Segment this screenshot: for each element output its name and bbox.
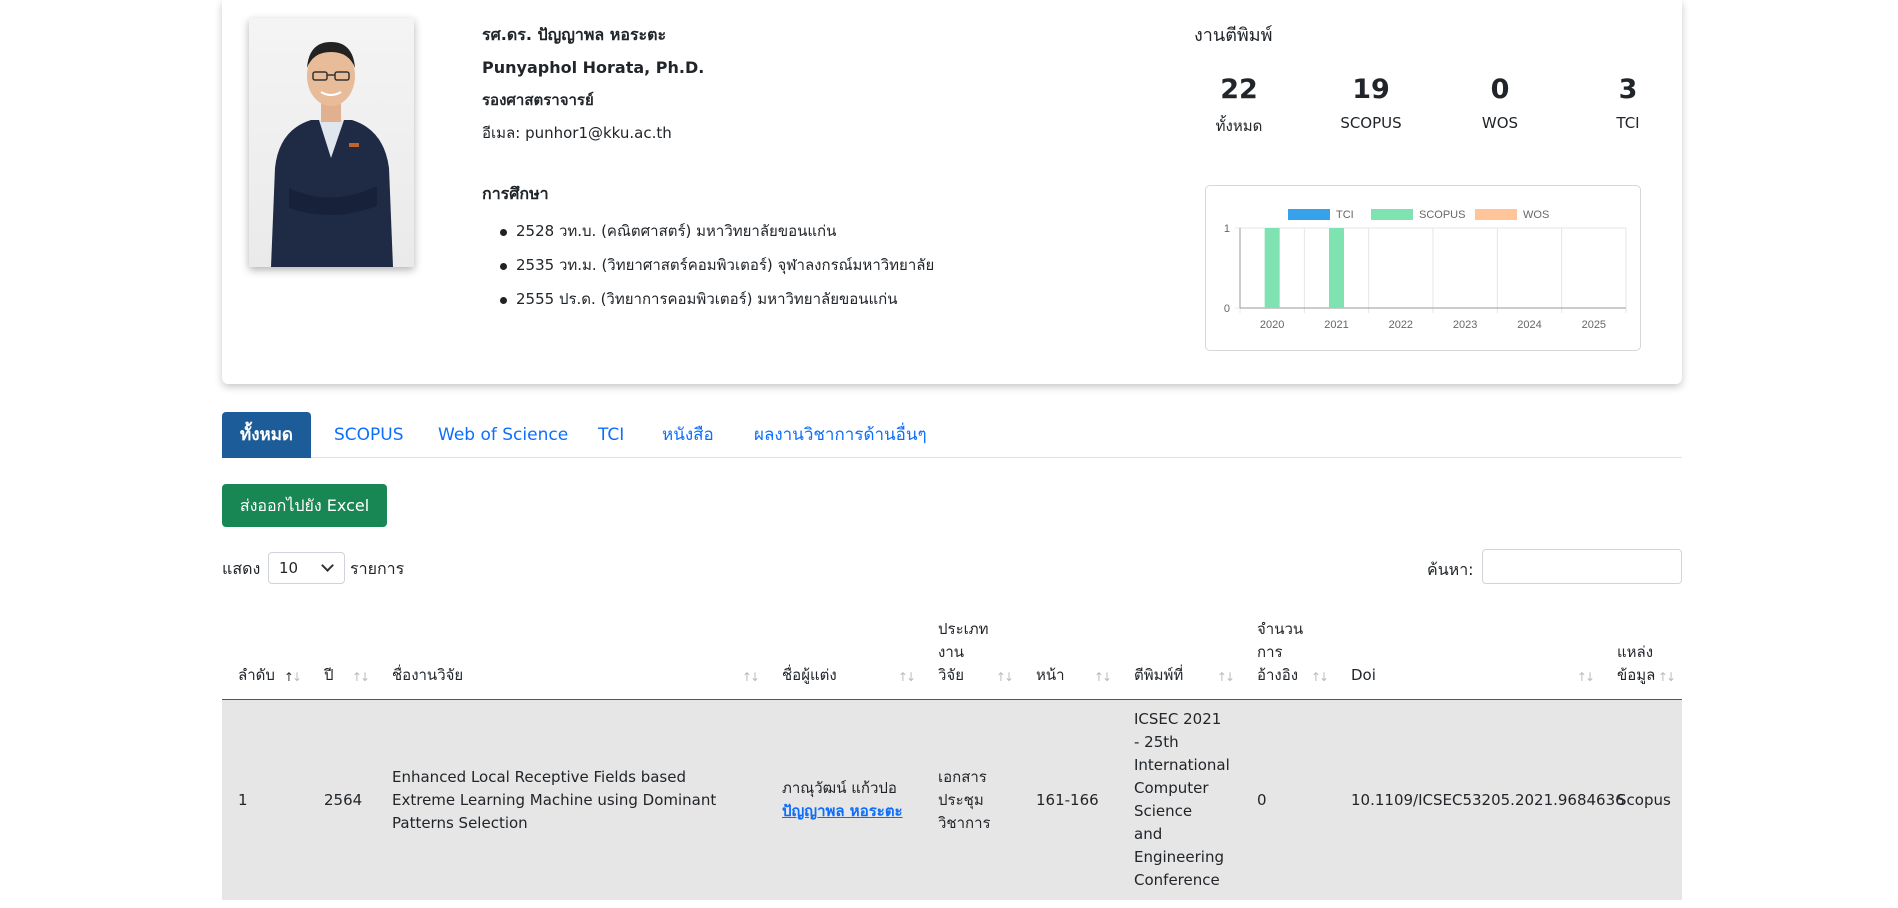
page-length-value: 10 — [279, 559, 299, 577]
sort-icon: ↑↓ — [351, 670, 370, 684]
bar — [1329, 228, 1344, 308]
publications-chart: TCI SCOPUS WOS 0 1 2020 2021 2022 2023 2024 2025 — [1205, 185, 1641, 351]
search-label: ค้นหา: — [1427, 560, 1474, 579]
tab-scopus[interactable]: SCOPUS — [316, 412, 422, 458]
author-link[interactable]: ปัญญาพล หอระตะ — [782, 802, 903, 820]
publications-title: งานตีพิมพ์ — [1194, 25, 1273, 46]
profile-photo — [249, 18, 414, 267]
stat-scopus-label: SCOPUS — [1340, 114, 1402, 132]
sort-icon: ↑↓ — [1576, 670, 1595, 684]
tab-other-works[interactable]: ผลงานวิชาการด้านอื่นๆ — [736, 412, 945, 458]
x-tick-label: 2024 — [1517, 319, 1541, 331]
x-tick-label: 2021 — [1324, 319, 1348, 331]
legend-label: TCI — [1336, 209, 1354, 221]
col-header-authors[interactable]: ชื่อผู้แต่ง ↑↓ — [766, 610, 922, 700]
col-header-venue[interactable]: ตีพิมพ์ที่ ↑↓ — [1118, 610, 1241, 700]
stat-tci-label: TCI — [1616, 114, 1640, 132]
stat-wos: 0 WOS — [1440, 74, 1560, 132]
profile-info: รศ.ดร. ปัญญาพล หอระตะ Punyaphol Horata, … — [482, 18, 704, 150]
col-header-doi[interactable]: Doi ↑↓ — [1335, 610, 1601, 700]
tab-tci[interactable]: TCI — [580, 412, 642, 458]
education-item: 2555 ปร.ด. (วิทยาการคอมพิวเตอร์) มหาวิทย… — [500, 282, 934, 316]
y-tick-label: 1 — [1224, 223, 1230, 235]
col-header-type[interactable]: ประเภท งาน วิจัย ↑↓ — [922, 610, 1020, 700]
legend-swatch — [1475, 209, 1517, 220]
col-header-year[interactable]: ปี ↑↓ — [308, 610, 376, 700]
publications-chart-svg: TCI SCOPUS WOS 0 1 2020 2021 2022 2023 2024 2025 — [1224, 209, 1627, 331]
col-header-no[interactable]: ลำดับ ↑↓ — [222, 610, 308, 700]
cell-citations: 0 — [1241, 699, 1335, 900]
profile-name-th: รศ.ดร. ปัญญาพล หอระตะ — [482, 25, 667, 44]
education-list: 2528 วท.บ. (คณิตศาสตร์) มหาวิทยาลัยขอนแก… — [500, 214, 934, 316]
x-tick-label: 2020 — [1260, 319, 1284, 331]
table-row: 1 2564 Enhanced Local Receptive Fields b… — [222, 699, 1682, 900]
profile-card: รศ.ดร. ปัญญาพล หอระตะ Punyaphol Horata, … — [222, 0, 1682, 384]
email-value: punhor1@kku.ac.th — [525, 124, 672, 142]
cell-pages: 161-166 — [1020, 699, 1118, 900]
col-header-citations[interactable]: จำนวน การ อ้างอิง ↑↓ — [1241, 610, 1335, 700]
bar — [1264, 228, 1280, 308]
legend-swatch — [1371, 209, 1413, 220]
stat-total-label: ทั้งหมด — [1215, 117, 1263, 135]
y-tick-label: 0 — [1224, 303, 1230, 315]
tab-all[interactable]: ทั้งหมด — [222, 412, 311, 458]
export-excel-button[interactable]: ส่งออกไปยัง Excel — [222, 484, 387, 527]
education-item: 2535 วท.ม. (วิทยาศาสตร์คอมพิวเตอร์) จุฬา… — [500, 248, 934, 282]
chevron-down-icon — [321, 559, 334, 572]
sort-asc-icon: ↑↓ — [283, 670, 302, 684]
col-header-title[interactable]: ชื่องานวิจัย ↑↓ — [376, 610, 766, 700]
cell-year: 2564 — [308, 699, 376, 900]
publications-table: ลำดับ ↑↓ ปี ↑↓ ชื่องานวิจัย ↑↓ ชื่อผู้แต่ง ↑… — [222, 610, 1682, 900]
cell-authors: ภาณุวัฒน์ แก้วปอ ปัญญาพล หอระตะ — [766, 699, 922, 900]
tab-web-of-science[interactable]: Web of Science — [420, 412, 586, 458]
col-header-pages[interactable]: หน้า ↑↓ — [1020, 610, 1118, 700]
source-tabs: ทั้งหมด SCOPUS Web of Science TCI หนังสื… — [222, 412, 1682, 458]
entries-label: รายการ — [350, 559, 405, 578]
legend-swatch — [1288, 209, 1330, 220]
stat-scopus-value: 19 — [1352, 74, 1390, 105]
profile-name-en: Punyaphol Horata, Ph.D. — [482, 58, 705, 77]
search-input[interactable] — [1482, 549, 1682, 584]
x-tick-label: 2022 — [1389, 319, 1413, 331]
page-length-select[interactable]: 10 — [268, 552, 345, 584]
col-header-source[interactable]: แหล่ง ข้อมูล ↑↓ — [1601, 610, 1682, 700]
email-label: อีเมล: — [482, 124, 521, 142]
author-name: ภาณุวัฒน์ แก้วปอ — [782, 779, 897, 797]
education-item: 2528 วท.บ. (คณิตศาสตร์) มหาวิทยาลัยขอนแก… — [500, 214, 934, 248]
education-title: การศึกษา — [482, 184, 549, 203]
cell-no: 1 — [222, 699, 308, 900]
legend-label: WOS — [1523, 209, 1549, 221]
legend-label: SCOPUS — [1419, 209, 1465, 221]
sort-icon: ↑↓ — [1093, 670, 1112, 684]
x-tick-label: 2025 — [1582, 319, 1606, 331]
sort-icon: ↑↓ — [741, 670, 760, 684]
cell-venue: ICSEC 2021 - 25th International Computer… — [1118, 699, 1241, 900]
sort-icon: ↑↓ — [1310, 670, 1329, 684]
sort-icon: ↑↓ — [1657, 670, 1676, 684]
stat-tci-value: 3 — [1618, 74, 1638, 105]
stat-scopus: 19 SCOPUS — [1311, 74, 1431, 132]
stat-wos-value: 0 — [1490, 74, 1510, 105]
table-header-row: ลำดับ ↑↓ ปี ↑↓ ชื่องานวิจัย ↑↓ ชื่อผู้แต่ง ↑… — [222, 610, 1682, 700]
sort-icon: ↑↓ — [995, 670, 1014, 684]
stat-tci: 3 TCI — [1568, 74, 1688, 132]
profile-position: รองศาสตราจารย์ — [482, 91, 594, 109]
stat-total-value: 22 — [1220, 74, 1258, 105]
stat-total: 22 ทั้งหมด — [1179, 74, 1299, 138]
sort-icon: ↑↓ — [1216, 670, 1235, 684]
cell-type: เอกสาร ประชุม วิชาการ — [922, 699, 1020, 900]
cell-title: Enhanced Local Receptive Fields based Ex… — [376, 699, 766, 900]
stat-wos-label: WOS — [1481, 114, 1519, 132]
x-tick-label: 2023 — [1453, 319, 1477, 331]
cell-doi: 10.1109/ICSEC53205.2021.9684636 — [1335, 699, 1625, 900]
sort-icon: ↑↓ — [897, 670, 916, 684]
profile-email-row: อีเมล: punhor1@kku.ac.th — [482, 117, 704, 150]
tab-books[interactable]: หนังสือ — [644, 412, 732, 458]
show-label: แสดง — [222, 559, 261, 578]
